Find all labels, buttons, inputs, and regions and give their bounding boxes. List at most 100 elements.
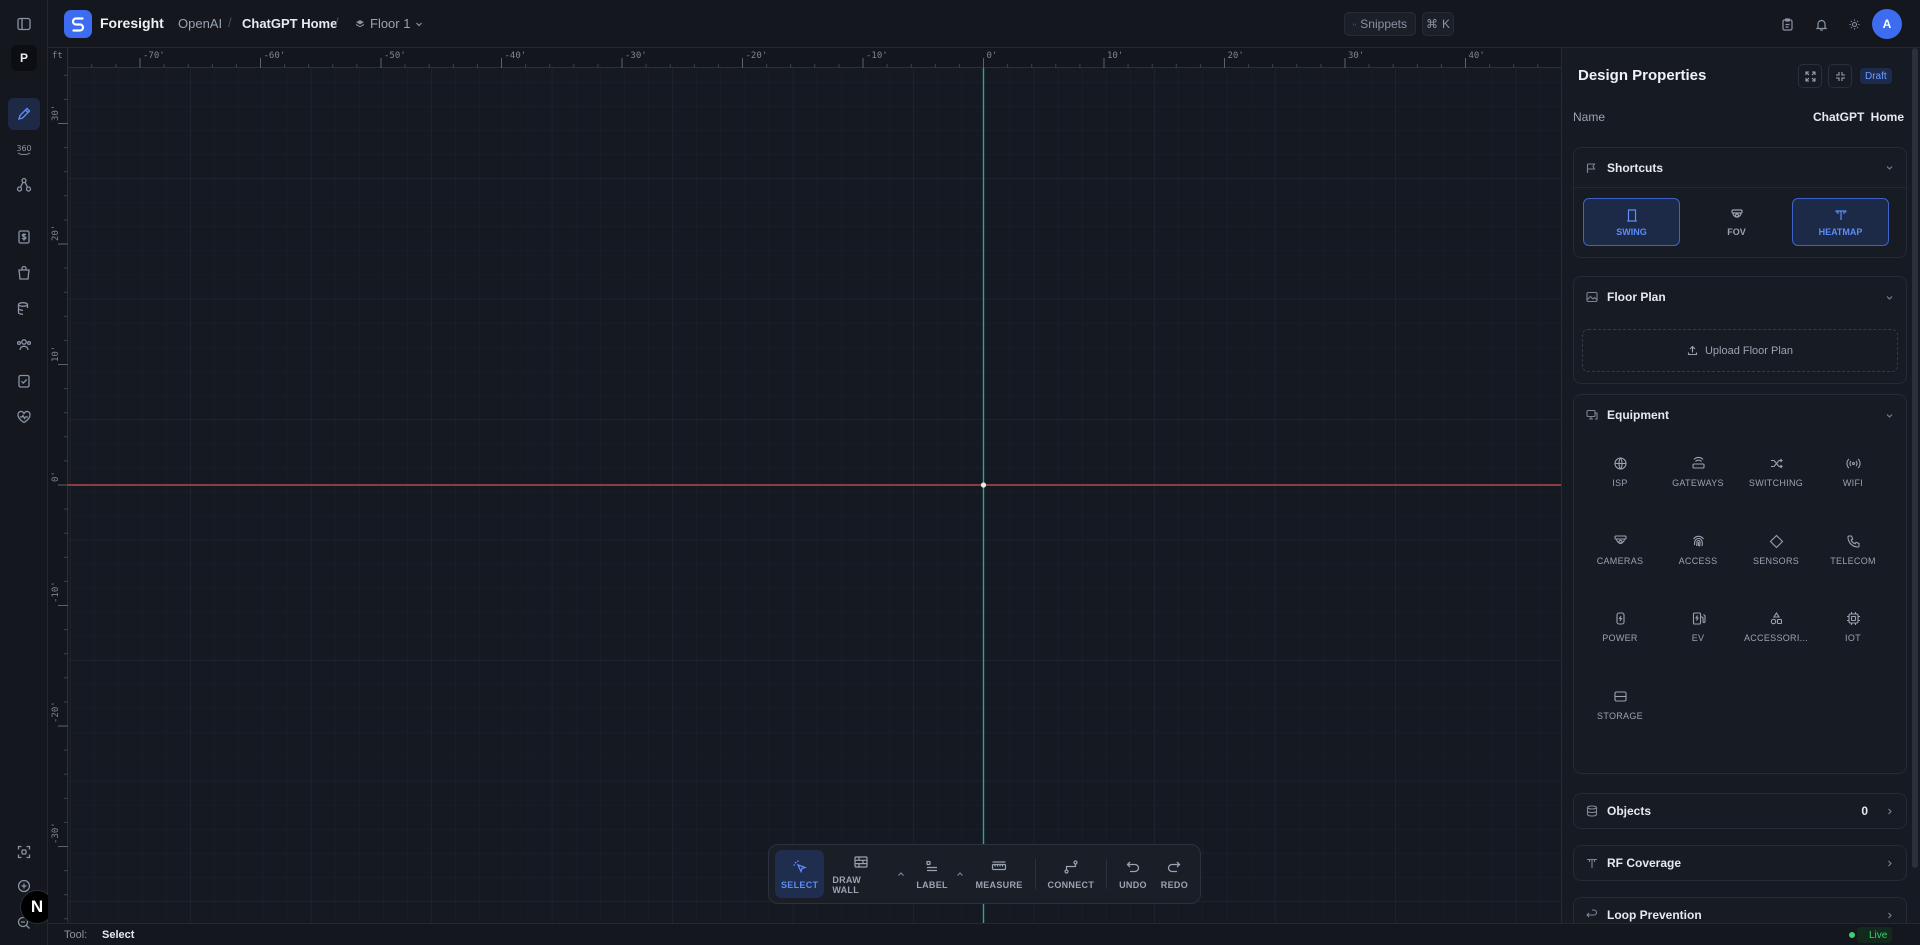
equipment-isp[interactable]: ISP xyxy=(1585,447,1655,497)
equipment-gateways[interactable]: GATEWAYS xyxy=(1663,447,1733,497)
label-tool-button[interactable]: LABEL xyxy=(910,850,954,898)
design-name-value[interactable]: ChatGPT Home xyxy=(1813,110,1904,124)
heatmap-shortcut-button[interactable]: HEATMAP xyxy=(1792,198,1889,246)
health-icon[interactable] xyxy=(8,401,40,433)
name-label: Name xyxy=(1573,110,1606,124)
chevron-down-icon xyxy=(416,22,423,26)
equipment-access-label: ACCESS xyxy=(1678,556,1718,566)
command-key-label: K xyxy=(1442,17,1451,31)
equipment-sensors[interactable]: SENSORS xyxy=(1741,525,1811,575)
ruler-y-tick-label: -20' xyxy=(51,701,61,723)
ruler-x-tick-label: -70' xyxy=(143,51,165,61)
topology-icon[interactable] xyxy=(8,169,40,201)
chevron-down-icon xyxy=(1886,295,1893,300)
draw-wall-tool-button[interactable]: DRAW WALL xyxy=(826,850,894,898)
view-360-icon[interactable]: 360 xyxy=(8,133,40,165)
fov-shortcut-button[interactable]: FOV xyxy=(1688,198,1785,246)
database-icon xyxy=(1586,805,1598,817)
loop-prevention-header[interactable]: Loop Prevention xyxy=(1574,898,1906,923)
label-text-icon xyxy=(926,860,938,871)
clipboard-icon[interactable] xyxy=(1775,12,1799,36)
breadcrumb-project[interactable]: ChatGPT Home xyxy=(242,16,337,31)
equipment-access[interactable]: ACCESS xyxy=(1663,525,1733,575)
door-swing-icon xyxy=(1626,208,1637,222)
avatar[interactable]: A xyxy=(1872,9,1902,39)
ruler-y-tick-label: 20' xyxy=(51,224,61,241)
breadcrumb-org[interactable]: OpenAI xyxy=(178,16,222,31)
objects-section[interactable]: Objects 0 xyxy=(1573,793,1907,829)
chevron-down-icon xyxy=(1886,166,1893,170)
equipment-switching-label: SWITCHING xyxy=(1748,478,1804,488)
snippets-button[interactable]: Snippets xyxy=(1344,12,1416,36)
power-plug-icon xyxy=(1615,612,1625,625)
database-cost-icon[interactable] xyxy=(8,293,40,325)
connect-tool-button[interactable]: CONNECT xyxy=(1042,850,1101,898)
floor-plan-header[interactable]: Floor Plan xyxy=(1574,277,1906,317)
team-icon[interactable] xyxy=(8,329,40,361)
equipment-power[interactable]: POWER xyxy=(1585,602,1655,652)
rf-coverage-section[interactable]: RF Coverage xyxy=(1573,845,1907,881)
equipment-iot[interactable]: IOT xyxy=(1818,602,1888,652)
floor-selector[interactable]: Floor 1 xyxy=(355,16,423,31)
project-switcher[interactable]: P xyxy=(11,45,37,71)
ruler-x-tick-label: -30' xyxy=(625,51,647,61)
fit-screen-icon[interactable] xyxy=(8,836,40,868)
draft-badge: Draft xyxy=(1860,68,1892,84)
design-canvas[interactable]: -70' -60' -50' -40' -30' -20' -10' 0' 10' 20' 30' 4… xyxy=(48,48,1561,923)
equipment-storage[interactable]: STORAGE xyxy=(1585,680,1655,730)
draw-wall-options-chevron-icon[interactable] xyxy=(897,871,909,877)
draw-wall-tool-label: DRAW WALL xyxy=(832,874,862,895)
vertical-ruler: 30' 20' 10' 0' -10' -20' -30' xyxy=(48,48,68,923)
horizontal-ruler: -70' -60' -50' -40' -30' -20' -10' 0' 10' 20' 30' 4… xyxy=(48,48,1561,68)
equipment-ev[interactable]: EV xyxy=(1663,602,1733,652)
ruler-y-tick-label: 30' xyxy=(51,104,61,121)
objects-title: Objects xyxy=(1607,804,1652,818)
objects-count: 0 xyxy=(1861,804,1868,818)
panel-scrollbar[interactable] xyxy=(1912,48,1918,868)
foresight-logo-icon[interactable] xyxy=(64,10,92,38)
bell-icon[interactable] xyxy=(1809,12,1833,36)
command-key-icon: ⌘ xyxy=(1426,17,1438,31)
rf-coverage-header[interactable]: RF Coverage xyxy=(1574,846,1906,880)
equipment-switching[interactable]: SWITCHING xyxy=(1741,447,1811,497)
expand-icon[interactable] xyxy=(1798,64,1822,88)
heatmap-label: HEATMAP xyxy=(1818,226,1863,237)
equipment-isp-label: ISP xyxy=(1612,478,1628,488)
design-pencil-icon[interactable] xyxy=(8,98,40,130)
sidebar-toggle-icon[interactable] xyxy=(8,8,40,40)
shapes-icon xyxy=(1770,611,1782,625)
ruler-x-tick-label: 20' xyxy=(1227,51,1244,61)
shortcuts-title: Shortcuts xyxy=(1607,160,1664,175)
theme-sun-icon[interactable] xyxy=(1842,12,1866,36)
svg-text:360: 360 xyxy=(16,144,31,153)
ruler-y-tick-label: -30' xyxy=(51,821,61,844)
equipment-storage-label: STORAGE xyxy=(1597,711,1643,721)
label-options-chevron-icon[interactable] xyxy=(956,871,968,877)
image-icon xyxy=(1586,291,1598,303)
equipment-cameras[interactable]: CAMERAS xyxy=(1585,525,1655,575)
shortcuts-header[interactable]: Shortcuts xyxy=(1574,148,1906,188)
chip-icon xyxy=(1846,612,1860,625)
measure-tool-button[interactable]: MEASURE xyxy=(969,850,1028,898)
undo-button[interactable]: UNDO xyxy=(1113,850,1153,898)
left-rail: P 360 N xyxy=(0,0,54,945)
equipment-accessories[interactable]: ACCESSORI... xyxy=(1741,602,1811,652)
equipment-power-label: POWER xyxy=(1602,633,1638,643)
collapse-icon[interactable] xyxy=(1828,64,1852,88)
shop-bag-icon[interactable] xyxy=(8,257,40,289)
invoice-icon[interactable] xyxy=(8,221,40,253)
loop-prevention-section[interactable]: Loop Prevention xyxy=(1573,897,1907,923)
equipment-wifi[interactable]: WIFI xyxy=(1818,447,1888,497)
equipment-header[interactable]: Equipment xyxy=(1574,395,1906,435)
select-tool-button[interactable]: SELECT xyxy=(775,850,825,898)
swing-shortcut-button[interactable]: SWING xyxy=(1583,198,1680,246)
breadcrumb-separator: / xyxy=(335,15,339,30)
chevron-right-icon xyxy=(1888,860,1892,866)
command-palette-button[interactable]: ⌘ K xyxy=(1422,12,1454,36)
ruler-x-tick-label: 40' xyxy=(1468,51,1485,61)
upload-floor-plan-button[interactable]: Upload Floor Plan xyxy=(1582,329,1898,372)
checklist-icon[interactable] xyxy=(8,365,40,397)
objects-header[interactable]: Objects 0 xyxy=(1574,794,1906,828)
redo-button[interactable]: REDO xyxy=(1155,850,1194,898)
equipment-telecom[interactable]: TELECOM xyxy=(1818,525,1888,575)
